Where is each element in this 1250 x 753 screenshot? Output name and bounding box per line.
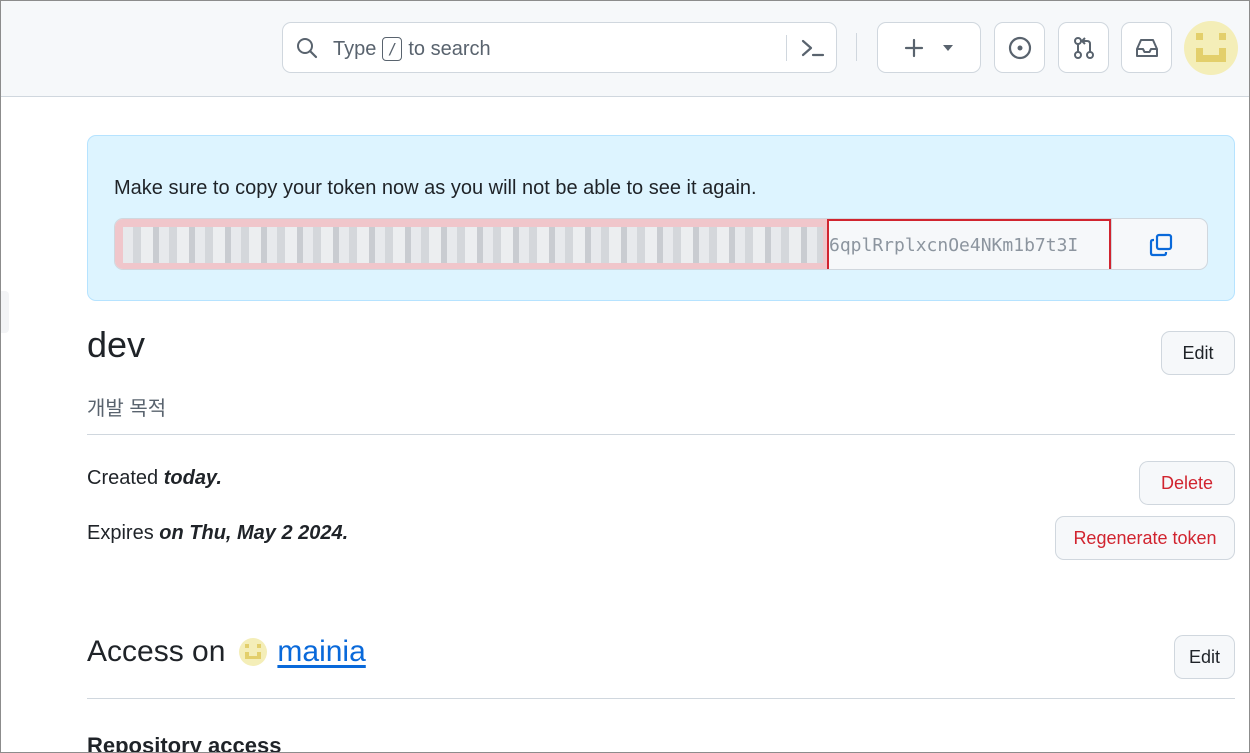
inbox-button[interactable] [1121, 22, 1172, 73]
access-prefix: Access on [87, 635, 226, 668]
search-placeholder-start: Type [333, 37, 377, 60]
repository-access-heading: Repository access [87, 733, 282, 753]
identicon-icon [1196, 33, 1226, 62]
edit-token-button[interactable]: Edit [1161, 331, 1235, 375]
plus-icon [904, 38, 924, 57]
token-name: dev [87, 324, 146, 365]
divider [87, 434, 1235, 435]
token-redacted-part [115, 219, 827, 269]
search-divider [786, 35, 787, 61]
pull-requests-button[interactable] [1058, 22, 1109, 73]
inbox-icon [1135, 38, 1158, 57]
git-pull-request-icon [1073, 36, 1094, 59]
search-icon [297, 38, 318, 59]
owner-link[interactable]: mainia [277, 635, 365, 669]
search-shortcut-key: / [382, 37, 403, 61]
user-avatar[interactable] [1184, 21, 1238, 75]
token-expires: Expires on Thu, May 2 2024. [87, 522, 348, 545]
created-label: Created [87, 467, 159, 489]
token-created: Created today. [87, 467, 222, 490]
expires-label: Expires [87, 522, 154, 544]
header-separator [856, 33, 857, 61]
divider [87, 698, 1235, 699]
owner-avatar [239, 638, 268, 666]
token-flash-notice: Make sure to copy your token now as you … [87, 135, 1235, 301]
create-new-button[interactable] [877, 22, 981, 73]
left-edge-tab [1, 291, 9, 333]
expires-value: on Thu, May 2 2024. [159, 522, 349, 544]
regenerate-token-button[interactable]: Regenerate token [1055, 516, 1235, 560]
created-value: today. [163, 467, 222, 489]
issue-opened-icon [1008, 36, 1031, 59]
identicon-icon [245, 644, 262, 659]
edit-access-button[interactable]: Edit [1174, 635, 1235, 679]
top-header: Type / to search [1, 1, 1249, 97]
command-palette-icon[interactable] [799, 36, 827, 60]
token-visible-part[interactable]: 6qplRrplxcnOe4NKm1b7t3I [827, 219, 1111, 269]
access-heading: Access on mainia [87, 635, 366, 669]
token-description: 개발 목적 [87, 398, 167, 420]
page-frame: Type / to search Make sure to copy your … [0, 0, 1250, 753]
flash-message: Make sure to copy your token now as you … [114, 177, 757, 199]
copy-icon [1149, 233, 1172, 257]
search-placeholder: Type / to search [333, 37, 491, 61]
search-placeholder-end: to search [408, 37, 491, 60]
search-input[interactable]: Type / to search [282, 22, 837, 73]
new-token-field[interactable]: 6qplRrplxcnOe4NKm1b7t3I [114, 218, 1208, 270]
copy-token-button[interactable] [1111, 219, 1207, 269]
issues-button[interactable] [994, 22, 1045, 73]
delete-token-button[interactable]: Delete [1139, 461, 1235, 505]
chevron-down-icon [943, 44, 953, 51]
